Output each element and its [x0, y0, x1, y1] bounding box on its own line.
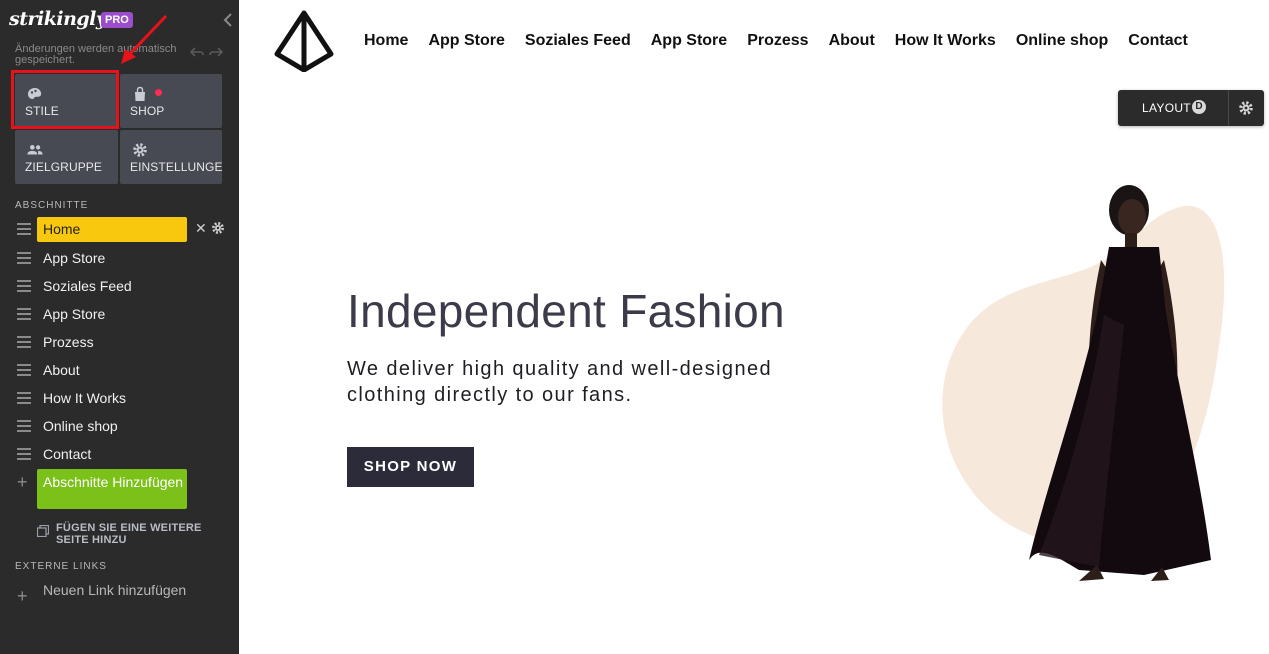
site-preview: Home App Store Soziales Feed App Store P…: [239, 0, 1269, 654]
editor-sidebar: strikingly PRO Änderungen werden automat…: [0, 0, 239, 654]
strikingly-logo: strikingly: [9, 8, 107, 30]
drag-handle-icon[interactable]: [17, 392, 31, 404]
section-row-app-store-2[interactable]: App Store: [15, 302, 230, 326]
section-row-about[interactable]: About: [15, 358, 230, 382]
settings-label: EINSTELLUNGEN: [130, 160, 222, 174]
people-icon: [27, 145, 43, 155]
nav-item-online-shop[interactable]: Online shop: [1016, 32, 1108, 50]
site-nav: Home App Store Soziales Feed App Store P…: [364, 32, 1188, 50]
section-label: About: [43, 362, 80, 378]
chevron-left-icon[interactable]: [222, 12, 234, 28]
redo-icon[interactable]: [209, 46, 223, 58]
add-page-link[interactable]: FÜGEN SIE EINE WEITERE SEITE HINZU: [37, 522, 217, 550]
nav-item-app-store[interactable]: App Store: [428, 32, 504, 50]
drag-handle-icon[interactable]: [17, 420, 31, 432]
drag-handle-icon[interactable]: [17, 448, 31, 460]
highlight-annotation-box: [11, 70, 119, 129]
brand-logo-icon[interactable]: [273, 10, 335, 72]
plus-icon: +: [17, 472, 28, 492]
layout-button[interactable]: LAYOUT D: [1118, 90, 1264, 126]
drag-handle-icon[interactable]: [17, 308, 31, 320]
drag-handle-icon[interactable]: [17, 252, 31, 264]
add-page-label: FÜGEN SIE EINE WEITERE SEITE HINZU: [56, 522, 202, 546]
settings-tile[interactable]: EINSTELLUNGEN: [120, 130, 222, 184]
red-arrow-annotation: [121, 14, 168, 64]
section-row-how-it-works[interactable]: How It Works: [15, 386, 230, 410]
hero-model-image: [942, 185, 1225, 581]
section-row-app-store[interactable]: App Store: [15, 246, 230, 270]
nav-item-contact[interactable]: Contact: [1128, 32, 1188, 50]
undo-icon[interactable]: [190, 46, 204, 58]
hero-subtitle: We deliver high quality and well-designe…: [347, 358, 773, 406]
shop-label: SHOP: [130, 104, 165, 118]
audience-tile[interactable]: ZIELGRUPPE: [15, 130, 118, 184]
shop-tile[interactable]: SHOP: [120, 74, 222, 128]
add-section-button[interactable]: Abschnitte Hinzufügen: [37, 469, 187, 509]
shopping-bag-icon: [135, 86, 145, 101]
nav-item-home[interactable]: Home: [364, 32, 408, 50]
add-section-row: + Abschnitte Hinzufügen: [15, 469, 230, 509]
plus-icon: +: [17, 586, 28, 606]
audience-label: ZIELGRUPPE: [25, 160, 103, 174]
section-row-soziales-feed[interactable]: Soziales Feed: [15, 274, 230, 298]
add-link-row[interactable]: + Neuen Link hinzufügen: [15, 583, 230, 617]
nav-item-how-it-works[interactable]: How It Works: [895, 32, 996, 50]
nav-item-soziales-feed[interactable]: Soziales Feed: [525, 32, 631, 50]
layout-label: LAYOUT: [1142, 101, 1191, 115]
section-label: App Store: [43, 250, 106, 266]
section-label: Home: [37, 217, 187, 242]
section-row-home[interactable]: Home ✕: [15, 217, 230, 242]
close-icon[interactable]: ✕: [195, 220, 207, 237]
notification-dot: [155, 89, 162, 96]
section-row-online-shop[interactable]: Online shop: [15, 414, 230, 438]
gear-icon: [133, 143, 147, 157]
section-label: Online shop: [43, 418, 118, 434]
sections-heading: ABSCHNITTE: [15, 200, 89, 211]
drag-handle-icon[interactable]: [17, 364, 31, 376]
add-link-label: Neuen Link hinzufügen: [43, 582, 187, 598]
nav-item-app-store-2[interactable]: App Store: [651, 32, 727, 50]
hero-title: Independent Fashion: [347, 285, 785, 337]
section-label: Contact: [43, 446, 92, 462]
drag-handle-icon[interactable]: [17, 336, 31, 348]
section-label: Prozess: [43, 334, 94, 350]
shop-now-button[interactable]: SHOP NOW: [347, 447, 474, 487]
nav-item-about[interactable]: About: [829, 32, 875, 50]
layout-badge: D: [1192, 100, 1206, 114]
pages-icon: [37, 525, 49, 537]
section-label: How It Works: [43, 390, 126, 406]
section-row-contact[interactable]: Contact: [15, 442, 230, 466]
drag-handle-icon[interactable]: [17, 223, 31, 235]
section-label: Soziales Feed: [43, 278, 132, 294]
nav-item-prozess[interactable]: Prozess: [747, 32, 808, 50]
external-links-heading: EXTERNE LINKS: [15, 561, 107, 572]
section-label: App Store: [43, 306, 106, 322]
gear-icon[interactable]: [211, 221, 225, 235]
divider: [1228, 90, 1229, 126]
gear-icon[interactable]: [1238, 100, 1254, 116]
section-row-prozess[interactable]: Prozess: [15, 330, 230, 354]
drag-handle-icon[interactable]: [17, 280, 31, 292]
